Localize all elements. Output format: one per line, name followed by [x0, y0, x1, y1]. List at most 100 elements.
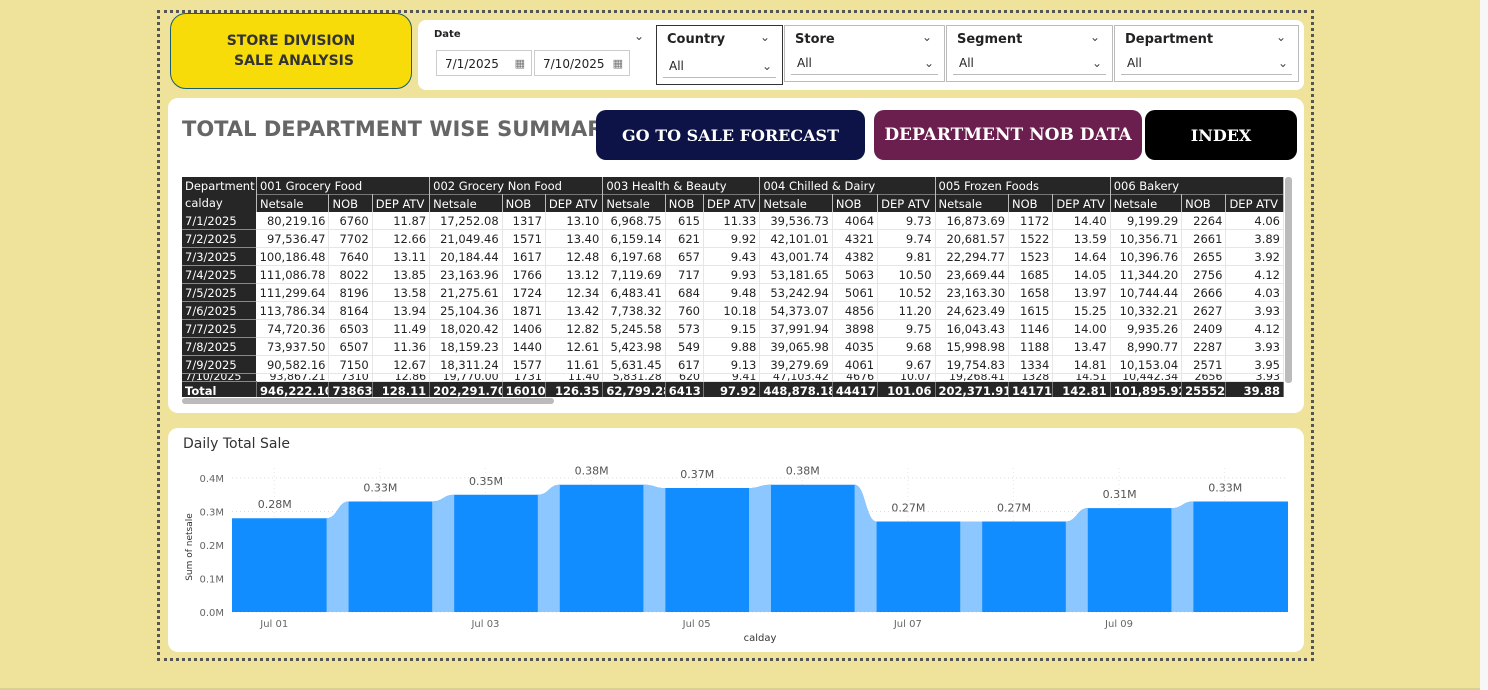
table-cell: 4.12 [1225, 319, 1284, 338]
chevron-down-icon[interactable]: ⌄ [1092, 52, 1102, 74]
chevron-down-icon[interactable]: ⌄ [634, 29, 644, 43]
metric-column-header[interactable]: Netsale [935, 194, 1010, 212]
table-cell: 13.42 [545, 301, 604, 320]
matrix-vertical-scrollbar[interactable] [1285, 177, 1292, 383]
table-cell: 14.64 [1052, 247, 1111, 266]
date-to-input[interactable]: 7/10/2025 ▦ [534, 50, 630, 76]
table-cell: 39,536.73 [759, 212, 833, 230]
table-cell: 1615 [1008, 301, 1054, 320]
chevron-down-icon[interactable]: ⌄ [924, 52, 934, 74]
table-cell: 2571 [1181, 355, 1227, 374]
metric-column-header[interactable]: DEP ATV [372, 194, 431, 212]
metric-column-header[interactable]: NOB [502, 194, 546, 212]
metric-column-header[interactable]: Netsale [1110, 194, 1183, 212]
index-button[interactable]: INDEX [1145, 110, 1297, 160]
department-nob-data-button[interactable]: DEPARTMENT NOB DATA [874, 110, 1142, 160]
table-cell: 3.93 [1225, 373, 1284, 382]
table-cell: 7,738.32 [602, 301, 666, 320]
department-column-header[interactable]: 004 Chilled & Dairy [759, 177, 936, 195]
table-cell: 18,159.23 [429, 337, 503, 356]
table-cell: 7702 [328, 229, 373, 248]
table-cell: 14.81 [1052, 355, 1111, 374]
table-cell: 18,020.42 [429, 319, 503, 338]
metric-column-header[interactable]: NOB [1181, 194, 1227, 212]
table-cell: 12.34 [545, 283, 604, 302]
metric-header-row: calday Netsale NOB DEP ATV Netsale NOB DEP AT… [182, 194, 1284, 212]
store-dropdown[interactable]: All ⌄ [791, 52, 938, 75]
table-cell: 9.88 [703, 337, 761, 356]
table-cell: 7640 [328, 247, 373, 266]
table-cell: 19,770.00 [429, 373, 503, 382]
chevron-down-icon[interactable]: ⌄ [1090, 30, 1100, 44]
summary-title: TOTAL DEPARTMENT WISE SUMMARY [182, 117, 618, 141]
metric-column-header[interactable]: Netsale [256, 194, 330, 212]
total-cell: 448,878.18 [759, 381, 833, 397]
table-cell: 90,582.16 [256, 355, 330, 374]
table-cell: 2756 [1181, 265, 1227, 284]
table-cell: 9.73 [877, 212, 936, 230]
table-cell: 15.25 [1052, 301, 1111, 320]
metric-column-header[interactable]: DEP ATV [545, 194, 604, 212]
department-column-header[interactable]: 002 Grocery Non Food [429, 177, 604, 195]
table-cell: 11.40 [545, 373, 604, 382]
table-cell: 4.12 [1225, 265, 1284, 284]
segment-dropdown[interactable]: All ⌄ [953, 52, 1106, 75]
row-date-header: 7/8/2025 [182, 337, 257, 356]
report-title-box: STORE DIVISION SALE ANALYSIS [170, 13, 412, 89]
table-cell: 2627 [1181, 301, 1227, 320]
row-date-header: 7/6/2025 [182, 301, 257, 320]
table-cell: 9.81 [877, 247, 936, 266]
metric-column-header[interactable]: DEP ATV [703, 194, 761, 212]
chevron-down-icon[interactable]: ⌄ [1276, 30, 1286, 44]
matrix-horizontal-scrollbar[interactable] [182, 398, 554, 404]
segment-slicer[interactable]: Segment ⌄ All ⌄ [946, 25, 1113, 82]
department-column-header[interactable]: 003 Health & Beauty [602, 177, 761, 195]
country-slicer[interactable]: Country ⌄ All ⌄ [656, 25, 783, 85]
store-slicer[interactable]: Store ⌄ All ⌄ [784, 25, 945, 82]
table-cell: 39,279.69 [759, 355, 833, 374]
table-cell: 10,332.21 [1110, 301, 1183, 320]
date-from-input[interactable]: 7/1/2025 ▦ [436, 50, 532, 76]
department-slicer[interactable]: Department ⌄ All ⌄ [1114, 25, 1299, 82]
department-column-header[interactable]: 001 Grocery Food [256, 177, 431, 195]
table-cell: 1406 [502, 319, 546, 338]
chevron-down-icon[interactable]: ⌄ [1278, 52, 1288, 74]
metric-column-header[interactable]: DEP ATV [1225, 194, 1284, 212]
metric-column-header[interactable]: NOB [832, 194, 879, 212]
metric-column-header[interactable]: NOB [328, 194, 373, 212]
metric-column-header[interactable]: NOB [665, 194, 704, 212]
chevron-down-icon[interactable]: ⌄ [762, 55, 772, 77]
table-cell: 9.48 [703, 283, 761, 302]
chevron-down-icon[interactable]: ⌄ [922, 30, 932, 44]
table-cell: 10,356.71 [1110, 229, 1183, 248]
table-cell: 549 [665, 337, 704, 356]
table-cell: 4676 [832, 373, 879, 382]
row-date-header: 7/1/2025 [182, 212, 257, 230]
department-dropdown[interactable]: All ⌄ [1121, 52, 1292, 75]
total-cell: 97.92 [703, 381, 761, 397]
department-summary-matrix[interactable]: Department 001 Grocery Food 002 Grocery N… [182, 177, 1284, 397]
metric-column-header[interactable]: Netsale [759, 194, 833, 212]
table-cell: 25,104.36 [429, 301, 503, 320]
table-cell: 1731 [502, 373, 546, 382]
metric-column-header[interactable]: Netsale [429, 194, 503, 212]
date-slicer[interactable]: Date ⌄ 7/1/2025 ▦ 7/10/2025 ▦ [424, 25, 656, 82]
table-cell: 12.82 [545, 319, 604, 338]
table-cell: 1871 [502, 301, 546, 320]
calendar-icon[interactable]: ▦ [613, 51, 623, 77]
metric-column-header[interactable]: DEP ATV [1052, 194, 1111, 212]
table-cell: 1440 [502, 337, 546, 356]
metric-column-header[interactable]: NOB [1008, 194, 1054, 212]
department-column-header[interactable]: 005 Frozen Foods [935, 177, 1111, 195]
table-cell: 9,935.26 [1110, 319, 1183, 338]
country-dropdown[interactable]: All ⌄ [663, 55, 776, 78]
total-cell: 946,222.10 [256, 381, 330, 397]
table-cell: 1724 [502, 283, 546, 302]
department-column-header[interactable]: 006 Bakery [1110, 177, 1284, 195]
chevron-down-icon[interactable]: ⌄ [760, 30, 770, 44]
calendar-icon[interactable]: ▦ [515, 51, 525, 77]
go-to-sale-forecast-button[interactable]: GO TO SALE FORECAST [596, 110, 865, 160]
table-row: 7/5/2025 111,299.64 8196 13.58 21,275.61 1724… [182, 283, 1284, 302]
metric-column-header[interactable]: DEP ATV [877, 194, 936, 212]
metric-column-header[interactable]: Netsale [602, 194, 666, 212]
